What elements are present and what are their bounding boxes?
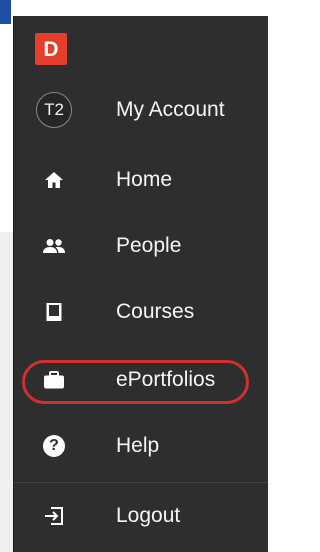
nav-item-people[interactable]: People	[14, 218, 268, 274]
navigation-sidebar: D T2 My Account Home People Courses ePor…	[14, 16, 268, 552]
app-logo[interactable]: D	[35, 33, 67, 65]
avatar-icon: T2	[36, 92, 72, 128]
nav-label-help: Help	[116, 434, 160, 457]
avatar: T2	[36, 92, 72, 128]
nav-label-my-account: My Account	[116, 98, 225, 121]
nav-label-logout: Logout	[116, 504, 181, 527]
background-header-strip	[0, 0, 11, 24]
home-icon	[36, 162, 72, 198]
nav-item-help[interactable]: ? Help	[14, 418, 268, 474]
nav-label-people: People	[116, 234, 182, 257]
nav-label-courses: Courses	[116, 300, 195, 323]
nav-item-my-account[interactable]: T2 My Account	[14, 82, 268, 138]
logout-icon	[36, 498, 72, 534]
briefcase-icon	[36, 362, 72, 398]
nav-item-logout[interactable]: Logout	[14, 488, 268, 544]
background-content-strip	[0, 232, 14, 552]
page: D T2 My Account Home People Courses ePor…	[0, 0, 268, 552]
nav-item-courses[interactable]: Courses	[14, 284, 268, 340]
book-icon	[36, 294, 72, 330]
nav-item-home[interactable]: Home	[14, 152, 268, 208]
nav-label-eportfolios: ePortfolios	[116, 368, 216, 391]
nav-label-home: Home	[116, 168, 173, 191]
help-icon: ?	[36, 428, 72, 464]
question-mark-glyph: ?	[43, 435, 65, 457]
nav-item-eportfolios[interactable]: ePortfolios	[14, 352, 268, 408]
menu-divider	[14, 482, 268, 483]
people-icon	[36, 228, 72, 264]
